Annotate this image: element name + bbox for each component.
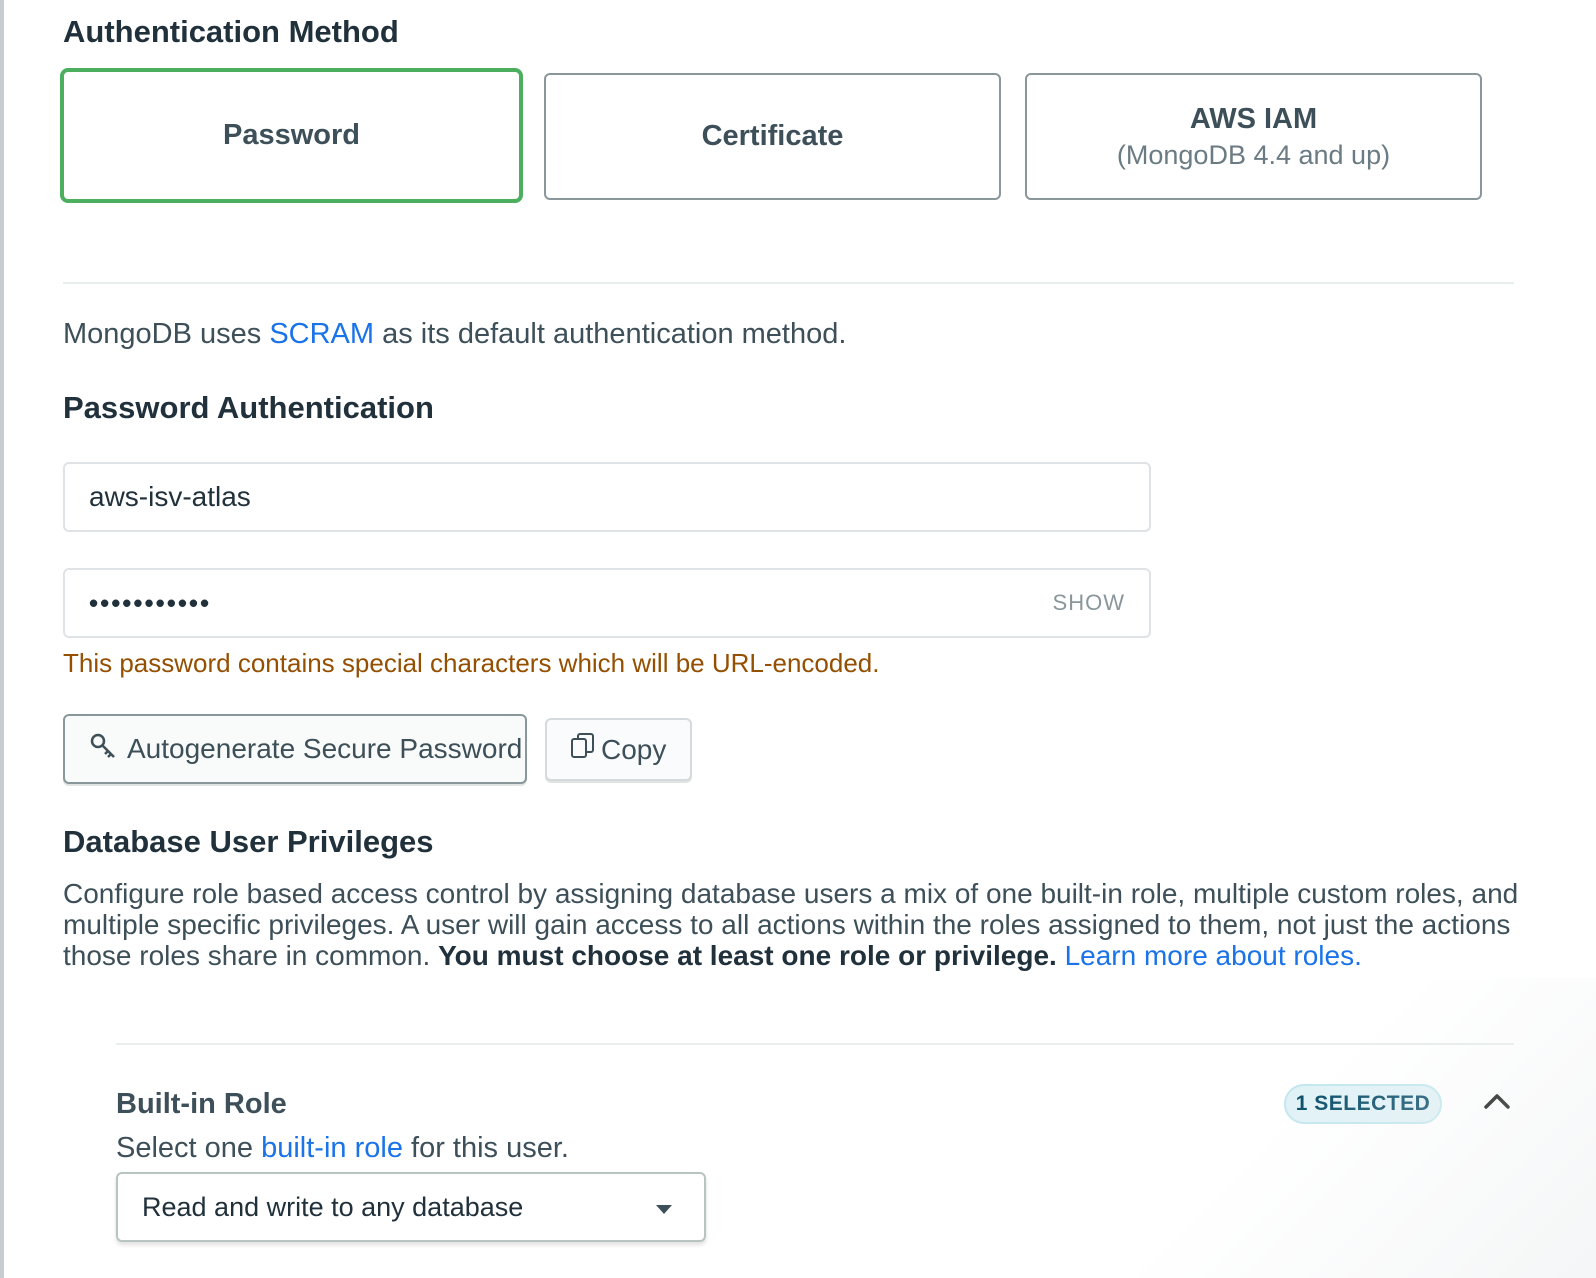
collapse-section-button[interactable]	[1480, 1084, 1514, 1118]
scram-note-prefix: MongoDB uses	[63, 318, 270, 350]
builtin-role-divider	[116, 1043, 1514, 1045]
copy-password-button[interactable]: Copy	[545, 718, 692, 781]
scram-note: MongoDB uses SCRAM as its default authen…	[63, 318, 846, 351]
copy-label: Copy	[601, 733, 667, 765]
username-field[interactable]	[63, 462, 1151, 532]
builtin-role-desc-prefix: Select one	[116, 1132, 262, 1164]
builtin-role-link[interactable]: built-in role	[261, 1132, 403, 1164]
left-panel-edge	[0, 0, 4, 1278]
autogenerate-password-button[interactable]: Autogenerate Secure Password	[63, 714, 527, 784]
auth-option-certificate[interactable]: Certificate	[544, 73, 1001, 200]
privileges-required-note: You must choose at least one role or pri…	[438, 940, 1057, 971]
scram-link[interactable]: SCRAM	[269, 318, 374, 350]
password-warning: This password contains special character…	[63, 648, 880, 678]
builtin-role-heading: Built-in Role	[116, 1088, 287, 1120]
auth-option-title: Password	[223, 119, 360, 151]
username-input[interactable]	[89, 481, 1125, 513]
password-auth-heading: Password Authentication	[63, 390, 434, 425]
show-password-button[interactable]: SHOW	[1053, 590, 1125, 616]
key-icon	[89, 732, 117, 767]
password-field[interactable]: ••••••••••• SHOW	[63, 568, 1151, 638]
auth-option-aws-iam[interactable]: AWS IAM (MongoDB 4.4 and up)	[1025, 73, 1482, 200]
chevron-up-icon	[1480, 1094, 1514, 1122]
autogenerate-label: Autogenerate Secure Password	[127, 733, 523, 764]
builtin-role-selected-value: Read and write to any database	[142, 1191, 524, 1222]
background-shade	[1096, 978, 1596, 1278]
auth-method-heading: Authentication Method	[63, 14, 399, 49]
builtin-role-description: Select one built-in role for this user.	[116, 1132, 569, 1165]
auth-option-password[interactable]: Password	[60, 68, 523, 203]
privileges-description: Configure role based access control by a…	[63, 878, 1523, 971]
selected-count-badge: 1 SELECTED	[1284, 1084, 1442, 1124]
caret-down-icon	[656, 1205, 672, 1214]
auth-option-subtitle: (MongoDB 4.4 and up)	[1116, 139, 1391, 170]
privileges-heading: Database User Privileges	[63, 824, 434, 859]
auth-option-title: AWS IAM	[1189, 102, 1318, 135]
copy-icon	[569, 732, 597, 767]
section-divider	[63, 282, 1514, 284]
auth-option-title: Certificate	[701, 120, 844, 152]
builtin-role-select[interactable]: Read and write to any database	[116, 1172, 706, 1242]
learn-more-roles-link[interactable]: Learn more about roles.	[1065, 940, 1362, 971]
builtin-role-desc-suffix: for this user.	[402, 1132, 569, 1164]
password-input[interactable]: •••••••••••	[89, 588, 1037, 619]
scram-note-suffix: as its default authentication method.	[374, 318, 847, 350]
